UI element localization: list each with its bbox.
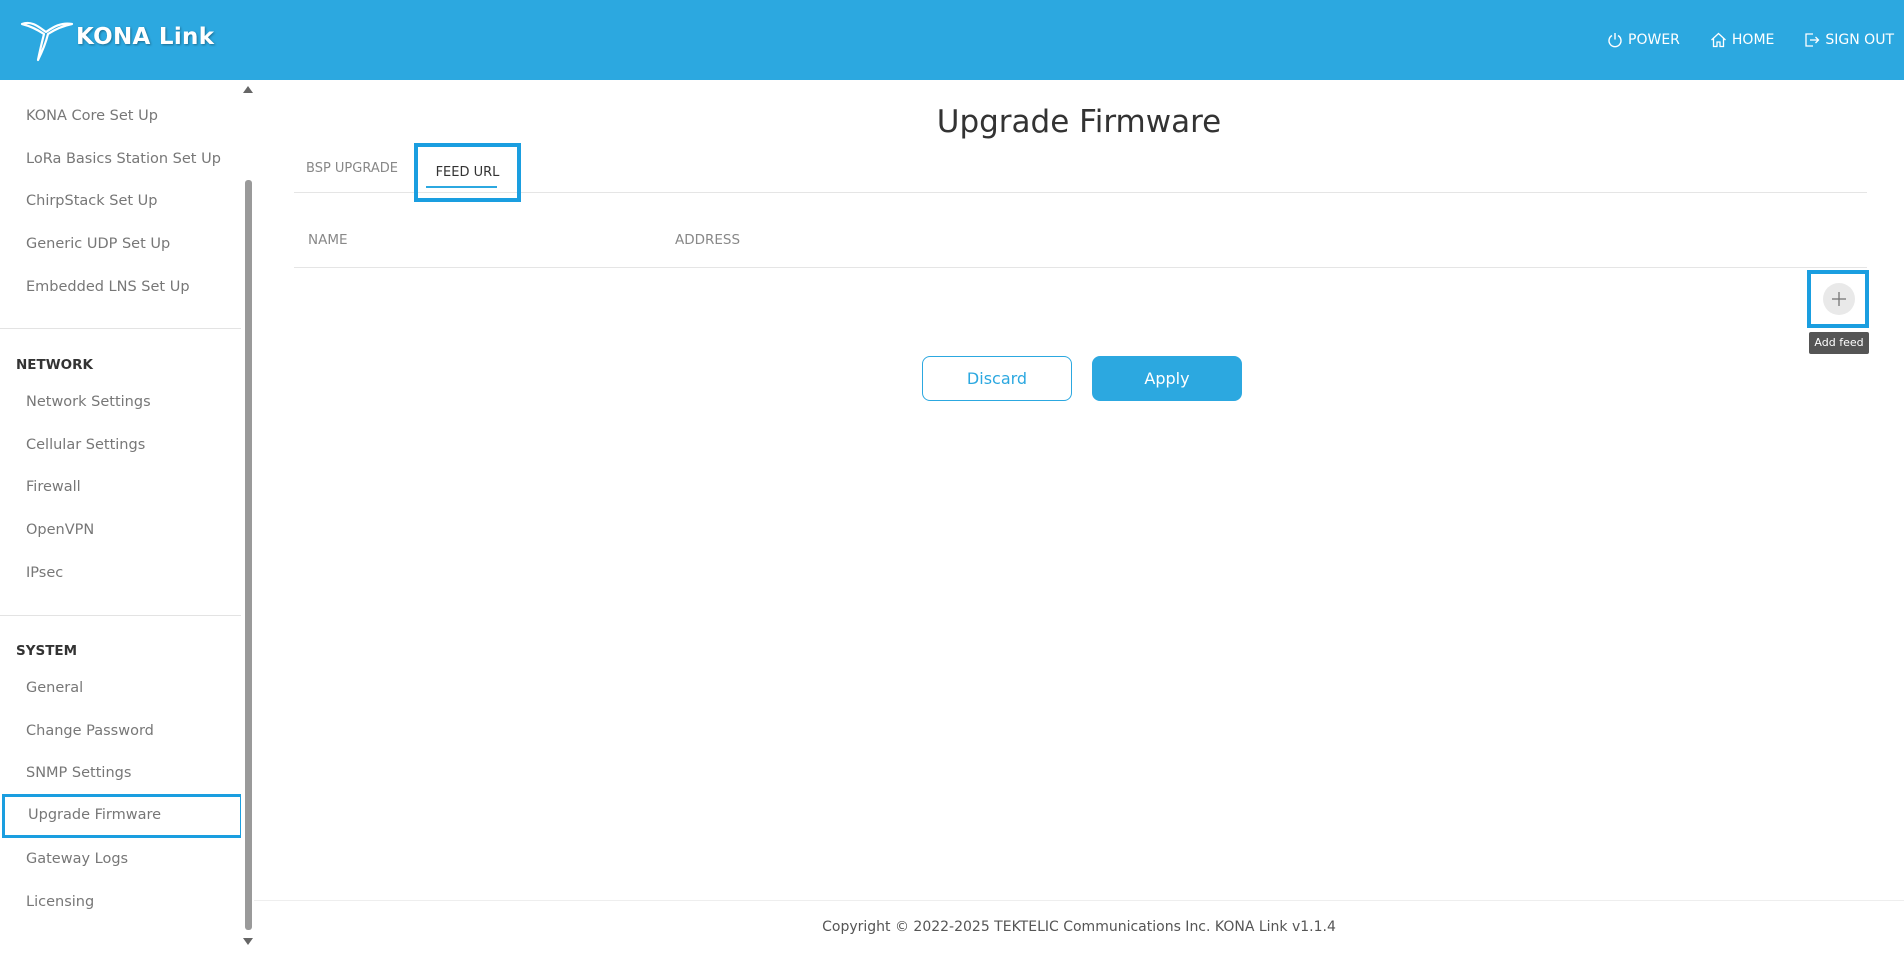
sidebar-item-upgrade-firmware[interactable]: Upgrade Firmware	[2, 794, 243, 838]
power-icon	[1608, 33, 1622, 48]
sign-out-icon	[1805, 33, 1820, 47]
tab-active-indicator	[426, 186, 497, 188]
add-feed-tooltip: Add feed	[1809, 332, 1869, 354]
sidebar-item-partial[interactable]	[0, 80, 241, 84]
main-content: Upgrade Firmware BSP UPGRADE FEED URL NA…	[254, 80, 1904, 951]
sidebar-item-ipsec[interactable]: IPsec	[0, 553, 241, 593]
sign-out-label: SIGN OUT	[1825, 32, 1894, 48]
header-nav: POWER HOME SIGN OUT	[1577, 0, 1894, 80]
feed-table-header: NAME ADDRESS	[294, 220, 1867, 268]
plus-icon	[1823, 283, 1855, 315]
add-feed-button[interactable]	[1807, 270, 1869, 328]
sidebar-item-network-settings[interactable]: Network Settings	[0, 382, 241, 422]
sidebar-item-snmp-settings[interactable]: SNMP Settings	[0, 753, 241, 793]
sidebar: KONA Core Set Up LoRa Basics Station Set…	[0, 80, 254, 951]
sidebar-divider	[0, 328, 241, 329]
sidebar-section-system: SYSTEM	[16, 643, 78, 659]
plus-icon-svg	[1832, 292, 1846, 306]
brand-title: KONA Link	[76, 24, 215, 50]
sidebar-item-embedded-lns[interactable]: Embedded LNS Set Up	[0, 267, 241, 307]
discard-button[interactable]: Discard	[922, 356, 1072, 401]
sidebar-item-kona-core[interactable]: KONA Core Set Up	[0, 96, 241, 136]
sidebar-item-chirpstack[interactable]: ChirpStack Set Up	[0, 181, 241, 221]
footer-copyright: Copyright © 2022-2025 TEKTELIC Communica…	[254, 900, 1904, 952]
column-header-address: ADDRESS	[675, 232, 741, 248]
sidebar-item-general[interactable]: General	[0, 668, 241, 708]
sidebar-scrollbar-thumb[interactable]	[245, 180, 252, 930]
sidebar-item-licensing[interactable]: Licensing	[0, 882, 241, 922]
power-button[interactable]: POWER	[1607, 32, 1680, 48]
sidebar-item-generic-udp[interactable]: Generic UDP Set Up	[0, 224, 241, 264]
home-button[interactable]: HOME	[1710, 32, 1774, 48]
sidebar-item-gateway-logs[interactable]: Gateway Logs	[0, 839, 241, 879]
column-header-name: NAME	[308, 232, 348, 248]
home-icon	[1710, 32, 1726, 48]
top-header: KONA Link POWER HOME SIGN OUT	[0, 0, 1904, 80]
tab-bsp-upgrade[interactable]: BSP UPGRADE	[306, 145, 398, 191]
page-title: Upgrade Firmware	[936, 104, 1222, 140]
home-label: HOME	[1731, 32, 1775, 48]
sidebar-item-change-password[interactable]: Change Password	[0, 711, 241, 751]
scroll-up-icon[interactable]	[243, 86, 253, 93]
kona-logo-icon	[20, 21, 74, 62]
sidebar-item-cellular-settings[interactable]: Cellular Settings	[0, 425, 241, 465]
tab-feed-url-label: FEED URL	[435, 165, 500, 180]
sign-out-button[interactable]: SIGN OUT	[1804, 32, 1894, 48]
tab-feed-url[interactable]: FEED URL	[414, 143, 521, 202]
apply-button[interactable]: Apply	[1092, 356, 1242, 401]
sidebar-section-network: NETWORK	[16, 357, 93, 373]
sidebar-item-lora-basics-station[interactable]: LoRa Basics Station Set Up	[0, 139, 241, 179]
sidebar-item-firewall[interactable]: Firewall	[0, 467, 241, 507]
sidebar-divider	[0, 615, 241, 616]
scroll-down-icon[interactable]	[243, 938, 253, 945]
tab-bar: BSP UPGRADE FEED URL	[294, 143, 1867, 202]
sidebar-item-openvpn[interactable]: OpenVPN	[0, 510, 241, 550]
power-label: POWER	[1628, 32, 1680, 48]
